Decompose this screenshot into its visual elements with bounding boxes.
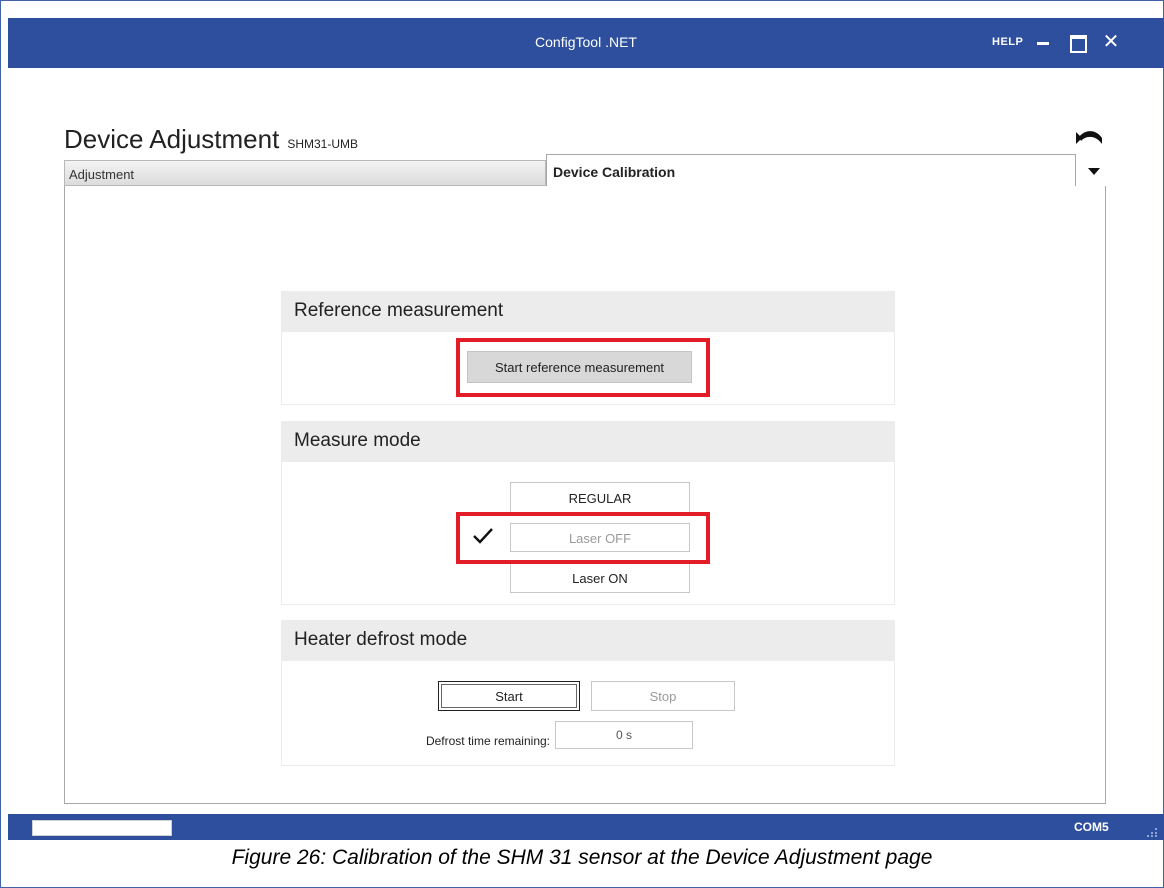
- window-title: ConfigTool .NET: [535, 34, 637, 50]
- status-field: [32, 820, 172, 836]
- group-heading: Reference measurement: [282, 292, 894, 332]
- undo-icon[interactable]: [1072, 124, 1106, 154]
- figure-caption: Figure 26: Calibration of the SHM 31 sen…: [231, 846, 933, 869]
- defrost-start-button[interactable]: Start: [438, 681, 580, 711]
- device-name: SHM31-UMB: [287, 137, 359, 151]
- reference-measurement-group: Reference measurement: [281, 291, 895, 405]
- defrost-time-value: 0 s: [555, 721, 693, 749]
- resize-grip-icon[interactable]: [1146, 824, 1158, 837]
- group-heading: Measure mode: [282, 422, 894, 462]
- group-heading: Heater defrost mode: [282, 621, 894, 661]
- status-bar: COM5: [8, 814, 1164, 840]
- minimize-icon[interactable]: [1032, 30, 1054, 54]
- mode-regular-button[interactable]: REGULAR: [510, 482, 690, 513]
- start-reference-measurement-button[interactable]: Start reference measurement: [467, 351, 692, 383]
- mode-laser-off-button[interactable]: Laser OFF: [510, 523, 690, 552]
- page-title-text: Device Adjustment: [64, 124, 280, 154]
- help-button[interactable]: HELP: [992, 36, 1023, 48]
- tab-device-calibration[interactable]: Device Calibration: [546, 154, 1076, 187]
- chevron-down-icon[interactable]: [1084, 164, 1104, 180]
- defrost-stop-button[interactable]: Stop: [591, 681, 735, 711]
- close-icon[interactable]: ✕: [1100, 30, 1122, 54]
- mode-laser-on-button[interactable]: Laser ON: [510, 561, 690, 593]
- tab-adjustment[interactable]: Adjustment: [64, 160, 546, 186]
- defrost-time-label: Defrost time remaining:: [425, 734, 550, 748]
- title-bar: ConfigTool .NET HELP ✕: [8, 18, 1164, 68]
- page-title: Device Adjustment SHM31-UMB: [64, 124, 358, 155]
- check-icon: [472, 526, 494, 546]
- com-port-status: COM5: [1074, 820, 1109, 834]
- maximize-icon[interactable]: [1066, 30, 1088, 54]
